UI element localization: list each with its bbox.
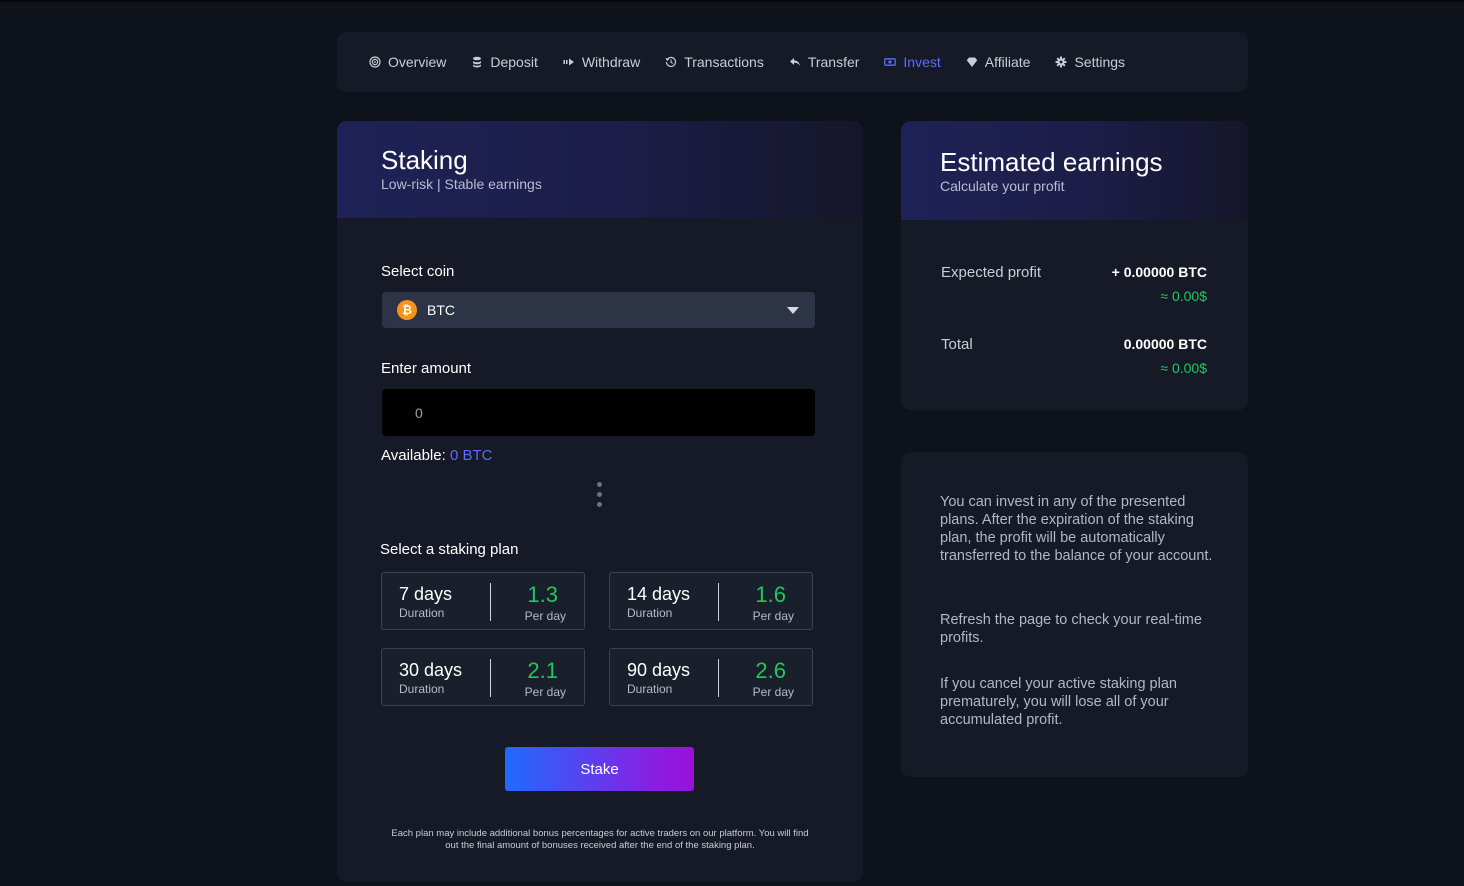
plan-per-day-label: Per day: [752, 609, 794, 623]
plan-duration-label: Duration: [627, 682, 673, 696]
nav-item-withdraw[interactable]: Withdraw: [563, 54, 640, 70]
available-value[interactable]: 0 BTC: [450, 447, 493, 464]
earnings-card: Estimated earnings Calculate your profit…: [901, 121, 1248, 410]
plan-rate: 2.6: [755, 658, 786, 683]
nav-item-transactions[interactable]: Transactions: [665, 54, 764, 70]
plan-divider: [490, 583, 491, 621]
staking-title: Staking: [381, 145, 468, 175]
plan-divider: [718, 583, 719, 621]
staking-subtitle: Low-risk | Stable earnings: [381, 176, 542, 192]
expected-profit-label: Expected profit: [941, 264, 1042, 281]
plan-divider: [718, 659, 719, 697]
bonus-footnote: Each plan may include additional bonus p…: [391, 828, 809, 851]
bitcoin-icon: ₿: [397, 300, 417, 320]
info-card: You can invest in any of the presented p…: [901, 452, 1248, 777]
earnings-header: Estimated earnings Calculate your profit: [901, 121, 1248, 220]
plan-14-days[interactable]: 14 days Duration 1.6 Per day: [609, 572, 813, 630]
nav-label: Transfer: [807, 54, 860, 70]
selected-coin: BTC: [427, 302, 455, 318]
expected-profit-value: + 0.00000 BTC: [1111, 264, 1207, 280]
nav-item-invest[interactable]: Invest: [884, 54, 941, 70]
nav-label: Deposit: [490, 54, 538, 70]
plan-days: 14 days: [627, 584, 691, 604]
select-coin-label: Select coin: [381, 263, 455, 280]
amount-input[interactable]: [382, 389, 815, 436]
expected-profit-usd: ≈ 0.00$: [1160, 288, 1207, 304]
plan-days: 30 days: [399, 660, 463, 680]
total-usd: ≈ 0.00$: [1160, 360, 1207, 376]
top-border: [0, 0, 1464, 2]
plan-divider: [490, 659, 491, 697]
plan-rate: 2.1: [527, 658, 558, 683]
money-icon: [884, 58, 897, 66]
nav-label: Affiliate: [984, 54, 1031, 70]
nav-item-transfer[interactable]: Transfer: [789, 54, 860, 70]
nav-label: Settings: [1074, 54, 1126, 70]
available-label: Available:: [381, 447, 446, 464]
plan-duration-label: Duration: [399, 682, 445, 696]
earnings-subtitle: Calculate your profit: [940, 178, 1065, 194]
stake-button[interactable]: Stake: [505, 747, 694, 791]
plan-days: 90 days: [627, 660, 691, 680]
plan-duration-label: Duration: [627, 606, 673, 620]
chevron-down-icon: [787, 307, 799, 314]
enter-amount-label: Enter amount: [381, 360, 472, 377]
history-icon: [665, 56, 677, 68]
plan-per-day-label: Per day: [524, 685, 566, 699]
diamond-icon: [966, 57, 977, 67]
target-icon: [369, 56, 381, 68]
nav-label: Overview: [388, 54, 447, 70]
vertical-dots-icon: [597, 482, 603, 512]
main-nav: Overview Deposit Withdraw Transactions T…: [337, 32, 1248, 92]
plan-days: 7 days: [399, 584, 453, 604]
arrow-right-icon: [563, 58, 574, 66]
coin-select[interactable]: ₿ BTC: [382, 292, 815, 328]
plan-per-day-label: Per day: [524, 609, 566, 623]
info-paragraph-invest: You can invest in any of the presented p…: [940, 494, 1213, 564]
staking-plan-label: Select a staking plan: [380, 541, 519, 558]
nav-item-overview[interactable]: Overview: [369, 54, 446, 70]
total-label: Total: [941, 336, 973, 353]
earnings-title: Estimated earnings: [940, 147, 1163, 177]
info-paragraph-refresh: Refresh the page to check your real-time…: [940, 612, 1202, 646]
database-icon: [473, 56, 482, 68]
plan-90-days[interactable]: 90 days Duration 2.6 Per day: [609, 648, 813, 706]
nav-item-deposit[interactable]: Deposit: [471, 54, 538, 70]
available-balance: Available: 0 BTC: [381, 447, 492, 464]
nav-item-settings[interactable]: Settings: [1055, 54, 1125, 70]
reply-icon: [789, 58, 800, 66]
nav-label: Withdraw: [581, 54, 641, 70]
nav-label: Transactions: [684, 54, 764, 70]
plan-duration-label: Duration: [399, 606, 445, 620]
nav-item-affiliate[interactable]: Affiliate: [966, 54, 1031, 70]
plan-per-day-label: Per day: [752, 685, 794, 699]
plan-rate: 1.3: [527, 582, 558, 607]
gear-icon: [1055, 56, 1067, 68]
staking-header: Staking Low-risk | Stable earnings: [337, 121, 863, 218]
nav-label: Invest: [903, 54, 941, 70]
plan-rate: 1.6: [755, 582, 786, 607]
plan-30-days[interactable]: 30 days Duration 2.1 Per day: [381, 648, 585, 706]
total-value: 0.00000 BTC: [1123, 336, 1207, 352]
info-paragraph-cancel: If you cancel your active staking plan p…: [940, 676, 1177, 728]
staking-card: Staking Low-risk | Stable earnings Selec…: [337, 121, 863, 882]
plan-7-days[interactable]: 7 days Duration 1.3 Per day: [381, 572, 585, 630]
